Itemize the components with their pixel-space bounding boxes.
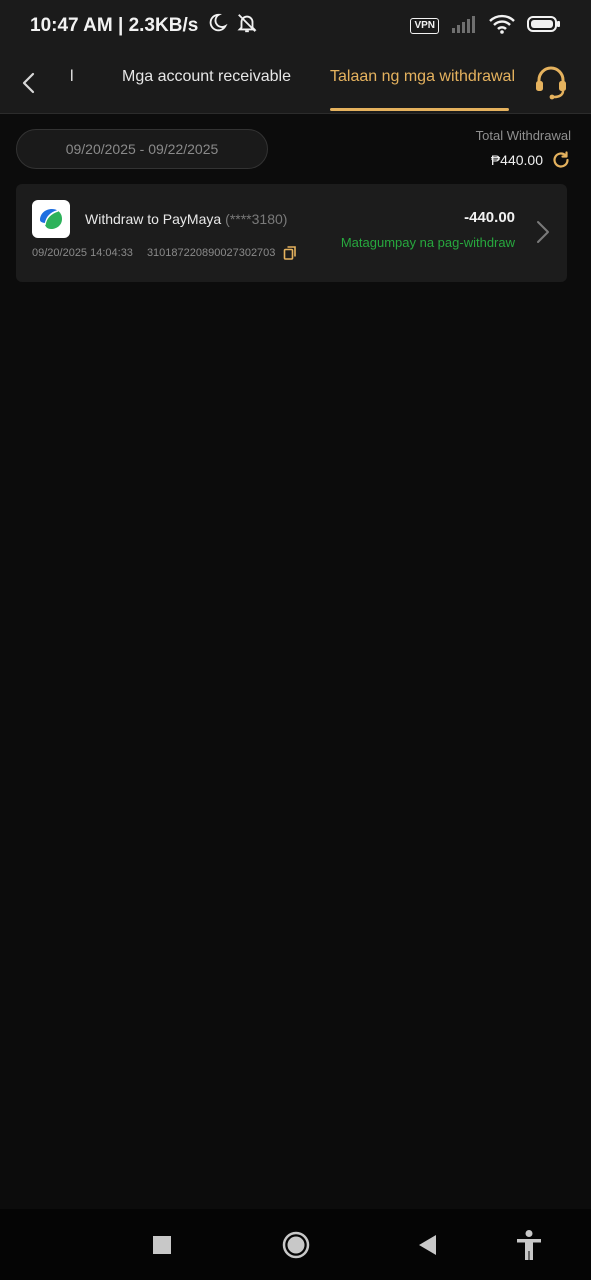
vpn-badge: VPN (410, 18, 439, 34)
record-meta: 09/20/2025 14:04:33 31018722089002730270… (32, 246, 297, 260)
tab-partial[interactable]: l (70, 68, 74, 86)
paymaya-logo-icon (32, 200, 70, 238)
record-datetime: 09/20/2025 14:04:33 (32, 247, 133, 259)
total-withdrawal-amount: ₱440.00 (490, 152, 543, 168)
withdrawal-records-screen: 10:47 AM | 2.3KB/s VPN l Mga account rec… (0, 0, 591, 1280)
customer-support-button[interactable] (530, 60, 572, 102)
tab-withdrawal-records[interactable]: Talaan ng mga withdrawal (330, 68, 515, 86)
record-amount: -440.00 (464, 209, 515, 226)
active-tab-indicator (330, 108, 509, 111)
accessibility-button[interactable] (513, 1229, 545, 1261)
status-left: 10:47 AM | 2.3KB/s (30, 12, 258, 40)
system-back-button[interactable] (415, 1229, 439, 1261)
total-withdrawal-label: Total Withdrawal (475, 128, 571, 143)
accessibility-icon (517, 1230, 541, 1260)
copy-icon[interactable] (283, 246, 297, 260)
home-button[interactable] (280, 1229, 312, 1261)
moon-icon (206, 12, 228, 40)
recent-apps-button[interactable] (150, 1229, 174, 1261)
refresh-icon[interactable] (551, 150, 571, 170)
chevron-left-icon (22, 72, 35, 94)
signal-icon (451, 15, 477, 38)
withdrawal-record-item[interactable]: Withdraw to PayMaya (****3180) 09/20/2025… (16, 184, 567, 282)
headset-icon (536, 66, 566, 100)
record-method: Withdraw to PayMaya (85, 211, 222, 227)
status-right: VPN (410, 14, 561, 39)
status-time-speed: 10:47 AM | 2.3KB/s (30, 15, 199, 36)
triangle-back-icon (419, 1235, 436, 1255)
wifi-icon (489, 14, 515, 39)
date-range-picker[interactable]: 09/20/2025 - 09/22/2025 (16, 129, 268, 169)
status-bar: 10:47 AM | 2.3KB/s VPN (0, 0, 591, 52)
record-status: Matagumpay na pag-withdraw (340, 235, 515, 250)
square-icon (153, 1236, 171, 1254)
record-account-mask: (****3180) (225, 211, 288, 227)
system-nav-bar (0, 1209, 591, 1280)
battery-icon (527, 15, 561, 38)
circle-icon (282, 1231, 310, 1259)
bell-off-icon (236, 12, 258, 40)
total-withdrawal-row: ₱440.00 (491, 150, 571, 170)
record-order-id: 310187220890027302703 (146, 247, 276, 259)
back-button[interactable] (14, 66, 42, 100)
record-title: Withdraw to PayMaya (****3180) (85, 211, 287, 227)
app-header: l Mga account receivable Talaan ng mga w… (0, 52, 591, 114)
tab-accounts-receivable[interactable]: Mga account receivable (122, 68, 291, 86)
chevron-right-icon (535, 219, 551, 245)
